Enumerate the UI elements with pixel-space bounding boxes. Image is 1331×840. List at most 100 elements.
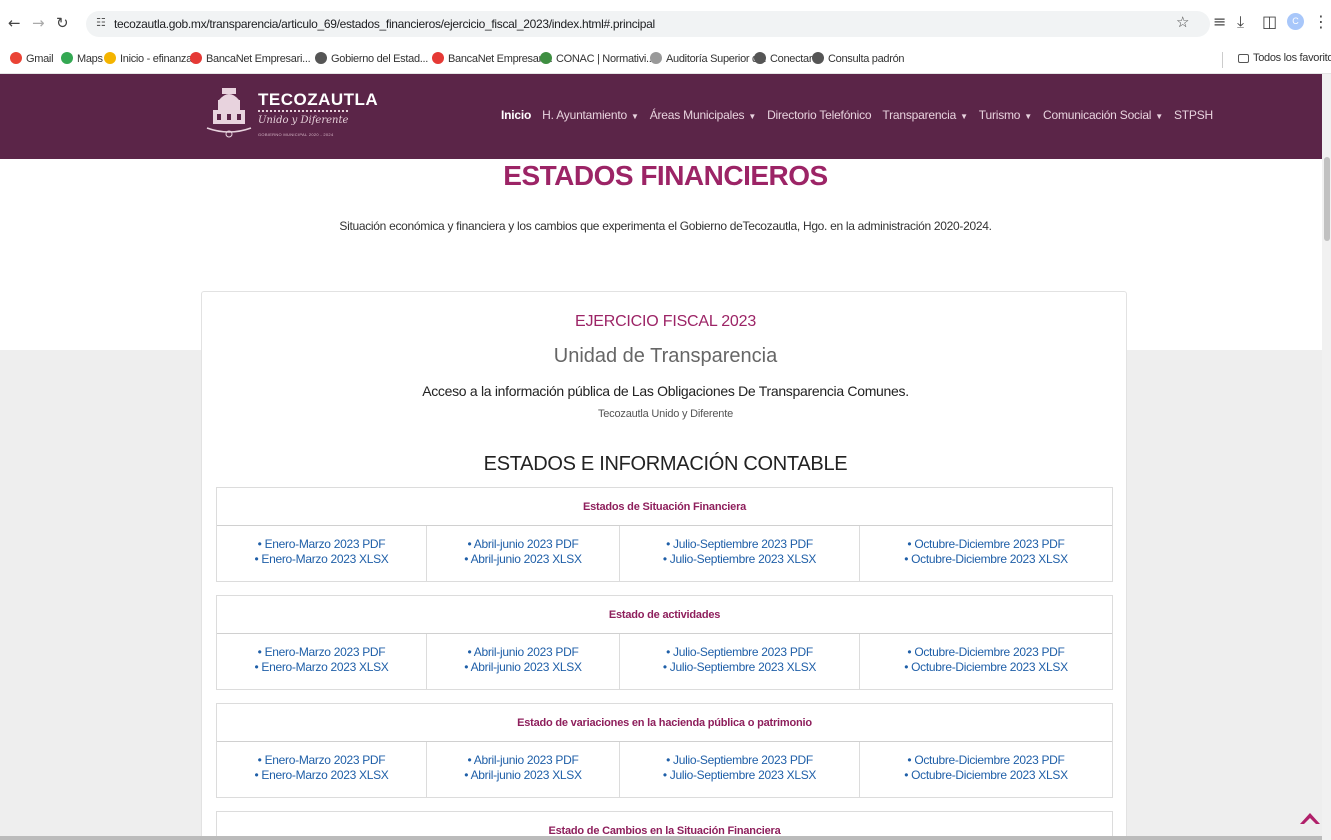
statement-table: Estado de variaciones en la hacienda púb… [216, 703, 1113, 798]
table-cell: • Octubre-Diciembre 2023 PDF • Octubre-Di… [860, 634, 1112, 689]
pdf-download-link[interactable]: • Julio-Septiembre 2023 PDF [620, 537, 859, 552]
bookmark-favicon-icon [540, 52, 552, 64]
bookmark-item[interactable]: BancaNet Empresari... [190, 52, 311, 65]
url-text[interactable]: tecozautla.gob.mx/transparencia/articulo… [114, 17, 655, 31]
xlsx-download-link[interactable]: • Abril-junio 2023 XLSX [427, 768, 619, 783]
bookmark-label: Maps [77, 53, 103, 65]
pdf-download-link[interactable]: • Abril-junio 2023 PDF [427, 645, 619, 660]
table-cell: • Julio-Septiembre 2023 PDF • Julio-Septi… [620, 634, 860, 689]
xlsx-download-link[interactable]: • Enero-Marzo 2023 XLSX [217, 552, 426, 567]
municipal-building-logo-icon[interactable] [205, 86, 253, 142]
menu-item[interactable]: Transparencia ▼ [882, 108, 968, 122]
menu-item-label: Inicio [501, 108, 532, 122]
bookmark-item[interactable]: Consulta padrón [812, 52, 905, 65]
bookmark-item[interactable]: BancaNet Empresari... [432, 52, 553, 65]
acceso-text: Acceso a la información pública de Las O… [422, 383, 909, 399]
xlsx-download-link[interactable]: • Octubre-Diciembre 2023 XLSX [860, 768, 1112, 783]
menu-item[interactable]: Inicio [501, 108, 531, 122]
pdf-download-link[interactable]: • Octubre-Diciembre 2023 PDF [860, 537, 1112, 552]
bookmark-favicon-icon [812, 52, 824, 64]
bookmark-star-icon[interactable]: ☆ [1176, 13, 1189, 31]
menu-item[interactable]: Directorio Telefónico [767, 108, 872, 122]
page-description: Situación económica y financiera y los c… [339, 219, 992, 233]
pdf-download-link[interactable]: • Enero-Marzo 2023 PDF [217, 537, 426, 552]
bookmark-item[interactable]: Conectar [754, 52, 813, 65]
bookmark-label: Gobierno del Estad... [331, 53, 429, 65]
xlsx-download-link[interactable]: • Abril-junio 2023 XLSX [427, 660, 619, 675]
table-cell: • Enero-Marzo 2023 PDF • Enero-Marzo 2023… [217, 634, 427, 689]
menu-item-label: STPSH [1173, 108, 1213, 122]
menu-item-label: Turismo [978, 108, 1021, 122]
bookmark-favicon-icon [754, 52, 766, 64]
menu-item[interactable]: H. Ayuntamiento ▼ [542, 108, 639, 122]
xlsx-download-link[interactable]: • Julio-Septiembre 2023 XLSX [620, 552, 859, 567]
pdf-download-link[interactable]: • Julio-Septiembre 2023 PDF [620, 645, 859, 660]
page-title: ESTADOS FINANCIEROS [503, 160, 828, 191]
folder-icon [1238, 54, 1249, 63]
pdf-download-link[interactable]: • Enero-Marzo 2023 PDF [217, 645, 426, 660]
table-cell: • Octubre-Diciembre 2023 PDF • Octubre-Di… [860, 526, 1112, 581]
caret-down-icon: ▼ [630, 112, 639, 121]
bookmark-label: BancaNet Empresari... [448, 53, 553, 65]
menu-item[interactable]: Turismo ▼ [979, 108, 1032, 122]
side-panel-icon[interactable]: ◫ [1262, 12, 1277, 31]
table-cell: • Abril-junio 2023 PDF • Abril-junio 2023… [427, 742, 620, 797]
menu-item-label: Transparencia [882, 108, 957, 122]
xlsx-download-link[interactable]: • Julio-Septiembre 2023 XLSX [620, 768, 859, 783]
menu-item[interactable]: STPSH [1174, 108, 1213, 122]
pdf-download-link[interactable]: • Octubre-Diciembre 2023 PDF [860, 753, 1112, 768]
xlsx-download-link[interactable]: • Julio-Septiembre 2023 XLSX [620, 660, 859, 675]
bookmark-favicon-icon [190, 52, 202, 64]
download-icon[interactable]: ⤓ [1237, 12, 1244, 32]
pdf-download-link[interactable]: • Abril-junio 2023 PDF [427, 753, 619, 768]
scroll-to-top-icon[interactable] [1298, 808, 1322, 828]
bookmarks-bar: Todos los favoritos Gmail Maps Inicio - ef… [0, 46, 1331, 74]
xlsx-download-link[interactable]: • Enero-Marzo 2023 XLSX [217, 660, 426, 675]
back-arrow-icon[interactable]: ← [8, 14, 21, 32]
reload-icon[interactable]: ↻ [56, 14, 69, 32]
statement-table-title: Estado de variaciones en la hacienda púb… [217, 704, 1112, 742]
pdf-download-link[interactable]: • Enero-Marzo 2023 PDF [217, 753, 426, 768]
bookmark-item[interactable]: Inicio - efinanzas [104, 52, 197, 65]
bookmark-favicon-icon [10, 52, 22, 64]
menu-item[interactable]: Comunicación Social ▼ [1043, 108, 1163, 122]
site-settings-icon[interactable]: ☷ [96, 16, 106, 29]
bookmark-item[interactable]: Gmail [10, 52, 54, 65]
caret-down-icon: ▼ [1155, 112, 1163, 121]
bookmark-item[interactable]: Maps [61, 52, 103, 65]
caret-down-icon: ▼ [748, 112, 757, 121]
xlsx-download-link[interactable]: • Octubre-Diciembre 2023 XLSX [860, 552, 1112, 567]
all-bookmarks-label: Todos los favoritos [1253, 52, 1331, 64]
pdf-download-link[interactable]: • Octubre-Diciembre 2023 PDF [860, 645, 1112, 660]
table-cell: • Enero-Marzo 2023 PDF • Enero-Marzo 2023… [217, 526, 427, 581]
menu-item-label: Comunicación Social [1043, 108, 1152, 122]
xlsx-download-link[interactable]: • Abril-junio 2023 XLSX [427, 552, 619, 567]
scrollbar-thumb[interactable] [1324, 157, 1330, 241]
bookmark-item[interactable]: Auditoría Superior d... [650, 52, 766, 65]
bookmark-label: Consulta padrón [828, 53, 905, 65]
menu-kebab-icon[interactable]: ⋮ [1313, 12, 1329, 31]
pdf-download-link[interactable]: • Abril-junio 2023 PDF [427, 537, 619, 552]
menu-item-label: H. Ayuntamiento [542, 108, 627, 122]
bookmark-favicon-icon [432, 52, 444, 64]
table-cell: • Octubre-Diciembre 2023 PDF • Octubre-Di… [860, 742, 1112, 797]
horizontal-scrollbar[interactable] [0, 836, 1322, 840]
bookmark-label: CONAC | Normativi... [556, 53, 655, 65]
caret-down-icon: ▼ [960, 112, 968, 121]
profile-avatar[interactable]: C [1287, 13, 1304, 30]
bookmarks-separator [1222, 52, 1223, 68]
menu-item[interactable]: Áreas Municipales ▼ [649, 108, 757, 122]
bookmark-item[interactable]: Gobierno del Estad... [315, 52, 428, 65]
lema-text: Tecozautla Unido y Diferente [597, 408, 734, 420]
forward-arrow-icon[interactable]: → [32, 14, 45, 32]
reading-list-icon[interactable]: ≡ [1213, 12, 1226, 31]
bookmark-favicon-icon [650, 52, 662, 64]
menu-item-label: Áreas Municipales [649, 108, 745, 122]
address-bar[interactable]: ☷ tecozautla.gob.mx/transparencia/articu… [86, 11, 1210, 37]
pdf-download-link[interactable]: • Julio-Septiembre 2023 PDF [620, 753, 859, 768]
bookmark-item[interactable]: CONAC | Normativi... [540, 52, 655, 65]
all-bookmarks-folder[interactable]: Todos los favoritos [1238, 52, 1331, 64]
xlsx-download-link[interactable]: • Enero-Marzo 2023 XLSX [217, 768, 426, 783]
xlsx-download-link[interactable]: • Octubre-Diciembre 2023 XLSX [860, 660, 1112, 675]
bookmark-favicon-icon [104, 52, 116, 64]
